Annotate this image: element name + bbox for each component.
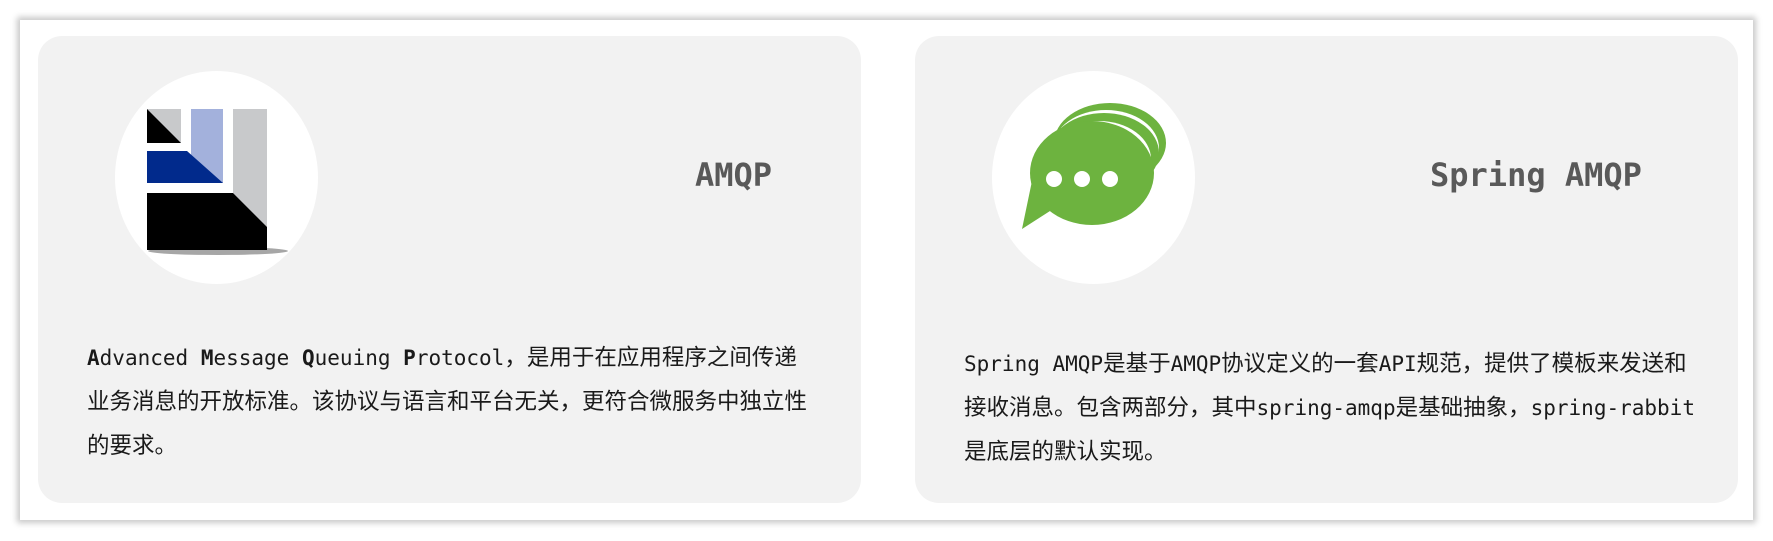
term-initial: M	[200, 346, 214, 370]
desc-text: 是基于	[1103, 351, 1171, 377]
chat-bubble-icon	[1022, 103, 1166, 229]
term-initial: A	[87, 346, 100, 370]
term-initial: Q	[301, 346, 315, 370]
spring-amqp-logo-circle	[992, 71, 1195, 284]
term-initial: P	[403, 346, 416, 370]
code-term: Spring AMQP	[964, 352, 1104, 376]
desc-text: 是底层的默认实现。	[964, 439, 1167, 465]
spring-amqp-card: Spring AMQP Spring AMQP是基于AMQP协议定义的一套API…	[915, 36, 1738, 503]
term-rest: ueuing	[314, 346, 404, 370]
desc-text: 是基础抽象，	[1395, 395, 1531, 421]
term-rest: rotocol	[415, 346, 505, 370]
code-term: AMQP	[1170, 352, 1222, 376]
code-term: API	[1378, 352, 1417, 376]
code-term: spring-rabbit	[1530, 396, 1695, 420]
amqp-term: Advanced Message Queuing Protocol	[87, 346, 504, 370]
amqp-logo-circle	[115, 71, 318, 284]
code-term: spring-amqp	[1256, 396, 1396, 420]
amqp-title: AMQP	[695, 156, 773, 194]
desc-text: 协议定义的一套	[1221, 351, 1379, 377]
spring-amqp-description: Spring AMQP是基于AMQP协议定义的一套API规范，提供了模板来发送和…	[964, 342, 1704, 474]
term-rest: dvanced	[99, 346, 201, 370]
amqp-card: AMQP Advanced Message Queuing Protocol，是…	[38, 36, 861, 503]
spring-amqp-title: Spring AMQP	[1430, 156, 1642, 194]
term-rest: essage	[213, 346, 302, 370]
slide-frame: AMQP Advanced Message Queuing Protocol，是…	[20, 20, 1753, 520]
amqp-logo-icon	[147, 109, 288, 255]
amqp-description: Advanced Message Queuing Protocol，是用于在应用…	[87, 336, 812, 468]
